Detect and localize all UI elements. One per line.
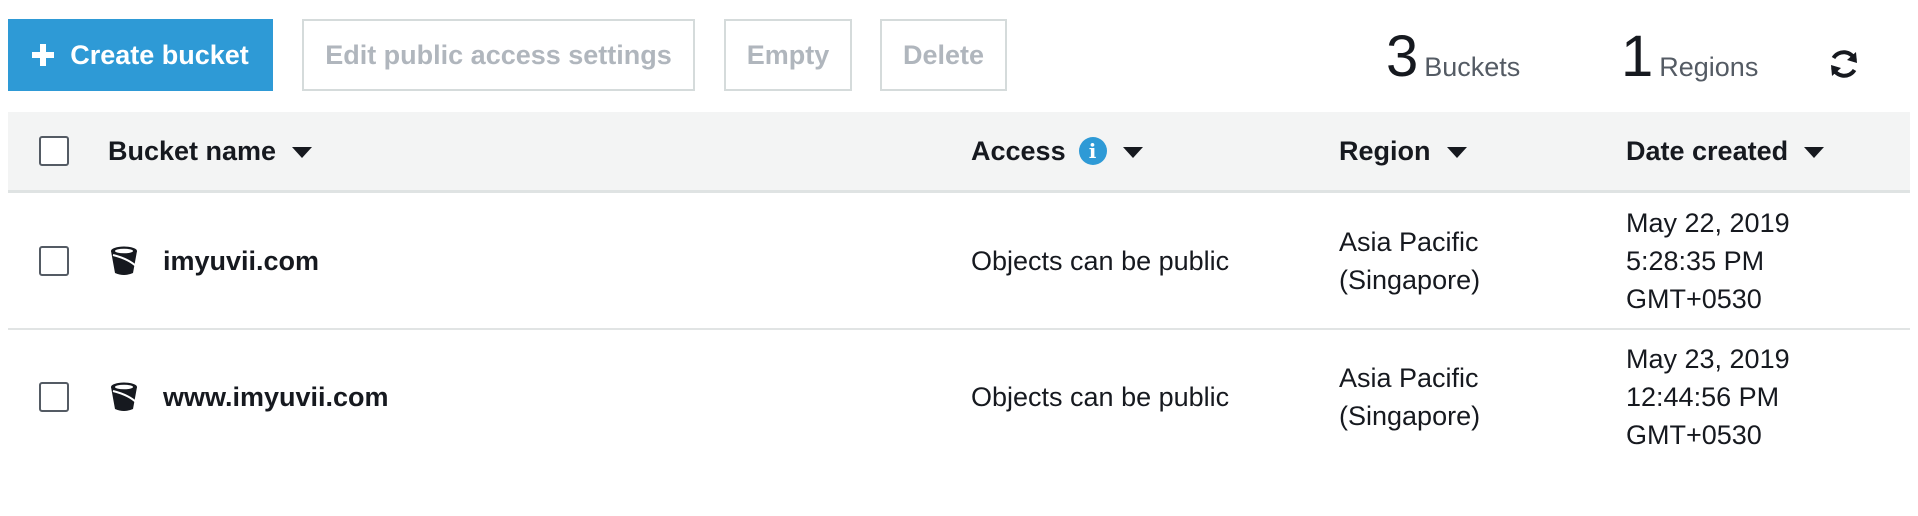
regions-count-number: 1 [1621, 24, 1654, 89]
column-header-access-label: Access [971, 135, 1066, 166]
create-bucket-label: Create bucket [70, 39, 249, 70]
regions-count: 1 Regions [1621, 22, 1758, 92]
column-header-date-created[interactable]: Date created [1626, 112, 1825, 190]
date-created-cell: May 23, 2019 12:44:56 PM GMT+0530 [1626, 340, 1826, 454]
caret-down-icon [1122, 147, 1143, 158]
timezone-line: GMT+0530 [1626, 284, 1762, 314]
access-cell: Objects can be public [971, 246, 1230, 276]
bucket-icon [111, 382, 138, 411]
plus-icon [32, 44, 55, 66]
buckets-count: 3 Buckets [1386, 22, 1520, 92]
row-checkbox[interactable] [39, 246, 69, 276]
refresh-icon[interactable] [1826, 46, 1862, 82]
caret-down-icon [292, 147, 313, 158]
edit-public-access-settings-label: Edit public access settings [325, 39, 672, 70]
table-row: www.imyuvii.com Objects can be public As… [8, 330, 1910, 464]
toolbar: Create bucket Edit public access setting… [0, 0, 1918, 108]
empty-label: Empty [746, 39, 830, 70]
time-line: 12:44:56 PM [1626, 382, 1780, 412]
region-line: Asia Pacific [1339, 227, 1479, 257]
column-header-access[interactable]: Access i [971, 112, 1143, 190]
empty-button[interactable]: Empty [724, 19, 852, 91]
create-bucket-button[interactable]: Create bucket [8, 19, 273, 91]
column-header-bucket-name[interactable]: Bucket name [108, 112, 313, 190]
edit-public-access-settings-button[interactable]: Edit public access settings [302, 19, 695, 91]
bucket-name-cell: www.imyuvii.com [109, 330, 389, 464]
bucket-name-link[interactable]: www.imyuvii.com [163, 378, 389, 416]
buckets-count-number: 3 [1386, 24, 1419, 89]
row-checkbox[interactable] [39, 382, 69, 412]
regions-count-label: Regions [1659, 52, 1759, 82]
bucket-name-link[interactable]: imyuvii.com [163, 242, 319, 280]
timezone-line: GMT+0530 [1626, 420, 1762, 450]
table-row: imyuvii.com Objects can be public Asia P… [8, 194, 1910, 330]
caret-down-icon [1446, 147, 1467, 158]
bucket-name-cell: imyuvii.com [109, 194, 319, 328]
region-line: (Singapore) [1339, 401, 1481, 431]
caret-down-icon [1804, 147, 1825, 158]
access-cell: Objects can be public [971, 382, 1230, 412]
region-cell: Asia Pacific (Singapore) [1339, 359, 1539, 435]
delete-button[interactable]: Delete [880, 19, 1007, 91]
delete-label: Delete [902, 39, 985, 70]
column-header-bucket-name-label: Bucket name [108, 135, 277, 166]
region-line: (Singapore) [1339, 265, 1481, 295]
column-header-region[interactable]: Region [1339, 112, 1467, 190]
date-line: May 23, 2019 [1626, 344, 1790, 374]
select-all-checkbox[interactable] [39, 136, 69, 166]
column-header-date-created-label: Date created [1626, 135, 1789, 166]
time-line: 5:28:35 PM [1626, 246, 1765, 276]
table-header: Bucket name Access i Region Date created [8, 112, 1910, 193]
column-header-region-label: Region [1339, 135, 1431, 166]
date-line: May 22, 2019 [1626, 208, 1790, 238]
region-line: Asia Pacific [1339, 363, 1479, 393]
info-icon[interactable]: i [1078, 137, 1107, 165]
buckets-count-label: Buckets [1424, 52, 1521, 82]
bucket-icon [111, 246, 138, 275]
region-cell: Asia Pacific (Singapore) [1339, 223, 1539, 299]
date-created-cell: May 22, 2019 5:28:35 PM GMT+0530 [1626, 204, 1826, 318]
